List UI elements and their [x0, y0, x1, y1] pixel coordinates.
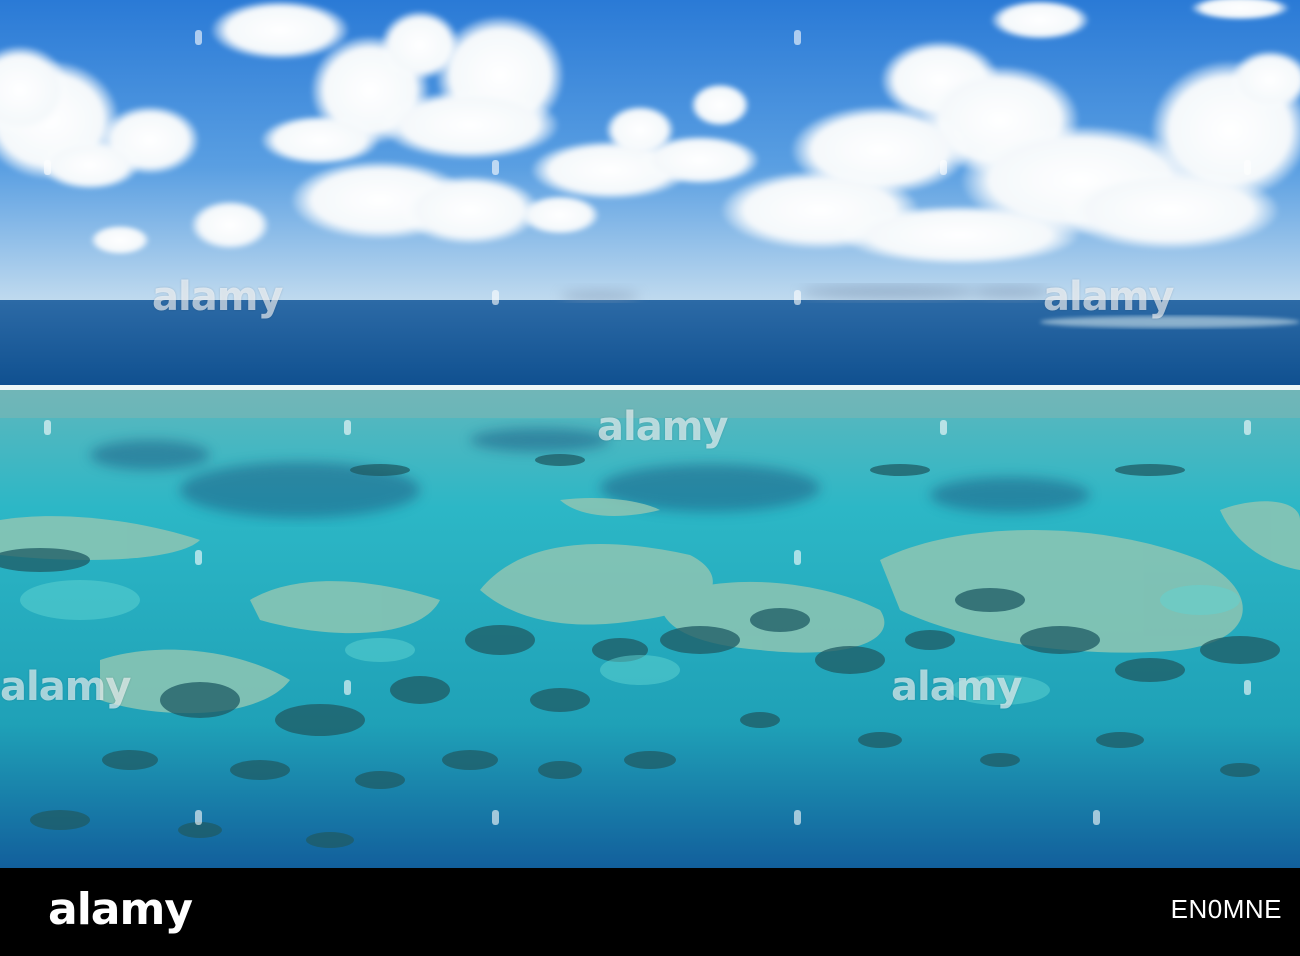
- breaker-line: [0, 385, 1300, 390]
- reef-crest: [0, 390, 1300, 418]
- reef-aerial-photo: [0, 0, 1300, 868]
- image-id-label: EN0MNE: [1170, 894, 1282, 924]
- open-ocean: [0, 300, 1300, 390]
- footer-bar: alamy EN0MNE: [0, 868, 1300, 956]
- footer-logo: alamy: [48, 884, 193, 935]
- photo-illustration: [0, 0, 1300, 868]
- distant-sandbank: [1040, 316, 1300, 328]
